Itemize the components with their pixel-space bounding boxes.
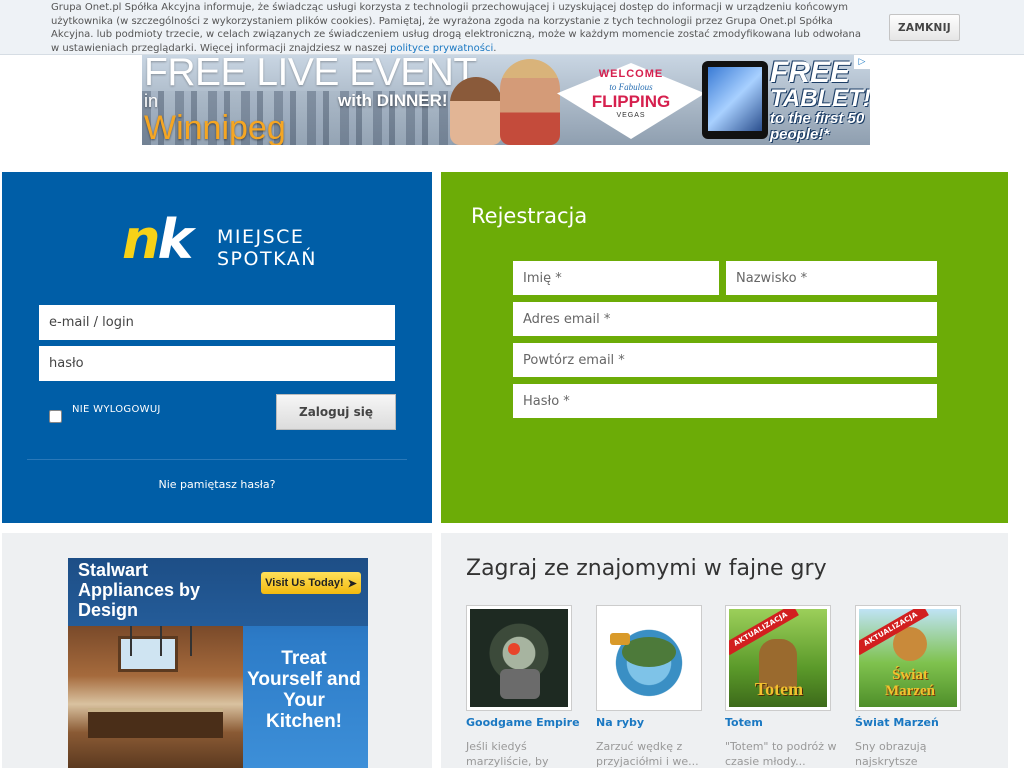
last-name-input[interactable]: Nazwisko *	[726, 261, 937, 295]
ad-city-name: Winnipeg	[144, 109, 286, 145]
remember-me-label[interactable]: NIE WYLOGOWUJ	[72, 404, 161, 415]
privacy-policy-link[interactable]: polityce prywatności	[390, 43, 493, 54]
registration-title: Rejestracja	[471, 204, 588, 228]
ad-first-people-text: to the first 50 people!*	[770, 110, 865, 143]
games-section: Zagraj ze znajomymi w fajne gry Goodgame…	[441, 533, 1008, 768]
ad-choices-icon[interactable]: ▷	[854, 55, 870, 69]
arrow-right-icon: ➤	[347, 577, 357, 590]
game-thumbnail[interactable]: Totem AKTUALIZACJA	[725, 605, 831, 711]
ad-tablet-image	[702, 61, 768, 139]
side-ad-section: Stalwart Appliances by Design Visit Us T…	[2, 533, 432, 768]
game-name[interactable]: Totem	[725, 716, 855, 729]
game-name[interactable]: Goodgame Empire	[466, 716, 596, 729]
ad-dinner-text: with DINNER!	[338, 91, 448, 110]
login-panel: nk MIEJSCE SPOTKAŃ e-mail / login hasło N…	[2, 172, 432, 523]
ad-vegas-sign: WELCOME to Fabulous FLIPPING VEGAS	[557, 63, 705, 139]
game-thumbnail[interactable]	[596, 605, 702, 711]
register-password-input[interactable]: Hasło *	[513, 384, 937, 418]
email-input[interactable]: Adres email *	[513, 302, 937, 336]
game-description: "Totem" to podróż w czasie młody...	[725, 740, 837, 768]
game-description: Zarzuć wędkę z przyjaciółmi i we...	[596, 740, 699, 768]
totem-art-label: Totem	[754, 679, 804, 699]
game-name[interactable]: Świat Marzeń	[855, 716, 985, 729]
game-thumbnail[interactable]: Świat Marzeń AKTUALIZACJA	[855, 605, 961, 711]
game-description: Jeśli kiedyś marzyliście, by	[466, 740, 549, 768]
kitchen-ad[interactable]: Stalwart Appliances by Design Visit Us T…	[68, 558, 368, 768]
password-input[interactable]: hasło	[39, 346, 395, 381]
registration-panel: Rejestracja Imię * Nazwisko * Adres emai…	[441, 172, 1008, 523]
login-input[interactable]: e-mail / login	[39, 305, 395, 340]
login-divider	[27, 459, 407, 460]
login-button[interactable]: Zaloguj się	[276, 394, 396, 430]
kitchen-ad-tagline: Treat Yourself and Your Kitchen!	[247, 648, 361, 732]
nk-logo[interactable]: nk MIEJSCE SPOTKAŃ	[122, 210, 322, 274]
top-banner-ad[interactable]: FREE LIVE EVENT in with DINNER! Winnipeg…	[142, 55, 870, 145]
ad-tablet-text: TABLET!	[770, 85, 870, 112]
first-name-input[interactable]: Imię *	[513, 261, 719, 295]
remember-me-checkbox[interactable]	[49, 410, 62, 423]
cookie-close-button[interactable]: ZAMKNIJ	[889, 14, 960, 41]
game-description: Sny obrazują najskrytsze	[855, 740, 927, 768]
kitchen-ad-headline: Stalwart Appliances by Design	[78, 560, 201, 620]
ad-headline: FREE LIVE EVENT	[144, 55, 477, 94]
ad-people-photo	[442, 55, 572, 145]
cookie-notice-bar: Grupa Onet.pl Spółka Akcyjna informuje, …	[0, 0, 1024, 55]
forgot-password-link[interactable]: Nie pamiętasz hasła?	[2, 478, 432, 491]
swiat-art-label: Świat Marzeń	[885, 667, 935, 699]
visit-us-button[interactable]: Visit Us Today! ➤	[261, 572, 361, 594]
game-thumbnail[interactable]	[466, 605, 572, 711]
logo-tagline: MIEJSCE SPOTKAŃ	[217, 226, 317, 270]
kitchen-photo	[68, 626, 243, 768]
games-title: Zagraj ze znajomymi w fajne gry	[466, 556, 827, 581]
game-name[interactable]: Na ryby	[596, 716, 726, 729]
cookie-notice-text: Grupa Onet.pl Spółka Akcyjna informuje, …	[51, 2, 861, 54]
email-repeat-input[interactable]: Powtórz email *	[513, 343, 937, 377]
